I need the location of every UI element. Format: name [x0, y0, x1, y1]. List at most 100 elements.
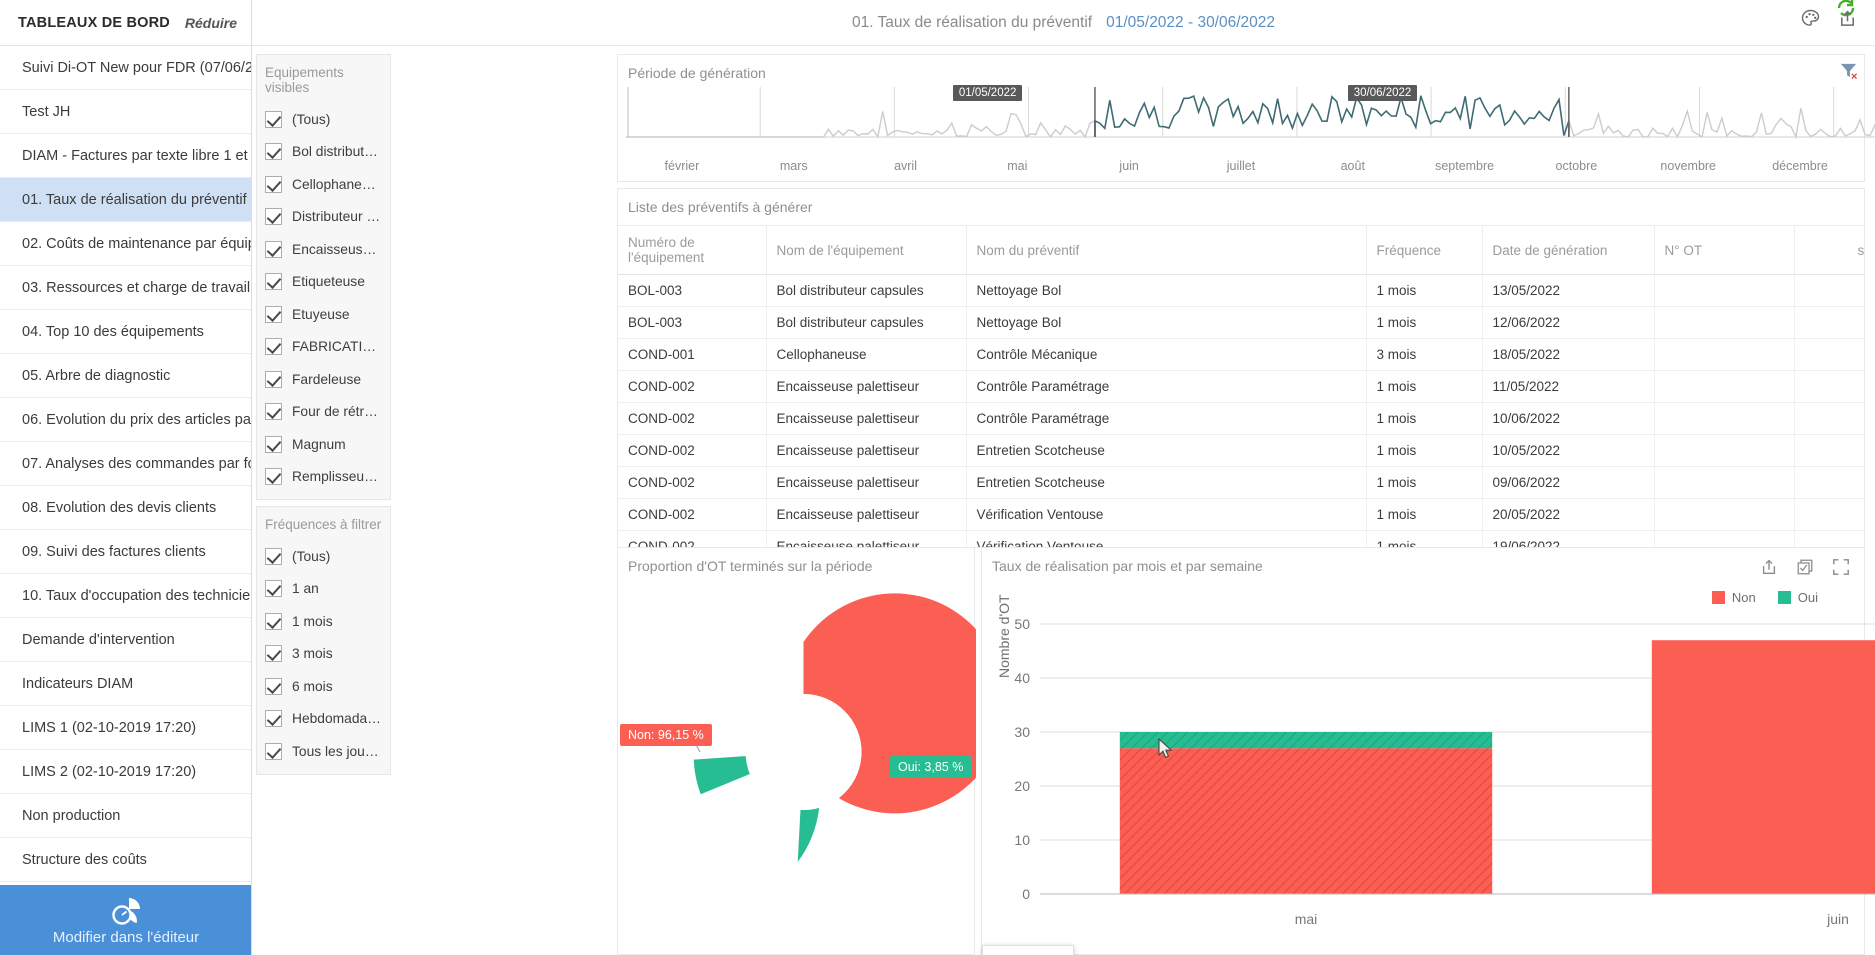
- checkbox-checked-icon[interactable]: [265, 645, 282, 663]
- preventives-table: Numéro de l'équipement Nom de l'équipemen…: [618, 226, 1864, 547]
- sidebar-item[interactable]: DIAM - Factures par texte libre 1 et 2 d…: [0, 134, 251, 178]
- sidebar-item[interactable]: Test JH: [0, 90, 251, 134]
- share-icon[interactable]: [1760, 558, 1778, 581]
- frequency-filter-option[interactable]: 1 mois: [257, 605, 390, 638]
- sidebar-item[interactable]: 04. Top 10 des équipements: [0, 310, 251, 354]
- frequency-filter-option[interactable]: Hebdomadaire: [257, 703, 390, 736]
- equipment-filter-option[interactable]: Etuyeuse: [257, 298, 390, 331]
- table-row[interactable]: COND-002 Encaisseuse palettiseur Vérificat…: [618, 498, 1864, 531]
- checkbox-checked-icon[interactable]: [265, 547, 282, 565]
- equipment-filter-option[interactable]: Fardeleuse: [257, 363, 390, 396]
- equipment-filter-option[interactable]: (Tous): [257, 103, 390, 136]
- sidebar-item[interactable]: 07. Analyses des commandes par fournisse: [0, 442, 251, 486]
- sidebar-item[interactable]: 08. Evolution des devis clients: [0, 486, 251, 530]
- sidebar-reduce-button[interactable]: Réduire: [185, 15, 237, 31]
- sidebar-item[interactable]: LIMS 2 (02-10-2019 17:20): [0, 750, 251, 794]
- sidebar-item[interactable]: LIMS 1 (02-10-2019 17:20): [0, 706, 251, 750]
- equipment-filter-option-label: Etuyeuse: [292, 306, 350, 322]
- equipment-filter-option[interactable]: Bol distributeur...: [257, 136, 390, 169]
- sidebar-item-label: 05. Arbre de diagnostic: [22, 367, 171, 384]
- checkbox-checked-icon[interactable]: [265, 273, 282, 291]
- equipment-filter-option[interactable]: Four de rétracti...: [257, 396, 390, 429]
- checkbox-checked-icon[interactable]: [265, 110, 282, 128]
- sidebar-item[interactable]: Indicateurs DIAM: [0, 662, 251, 706]
- sidebar-item[interactable]: Non production: [0, 794, 251, 838]
- sidebar-item[interactable]: 10. Taux d'occupation des techniciens: [0, 574, 251, 618]
- equipment-filter-option[interactable]: Cellophaneuse: [257, 168, 390, 201]
- checkbox-checked-icon[interactable]: [265, 240, 282, 258]
- frequency-filter-option[interactable]: 3 mois: [257, 638, 390, 671]
- table-row[interactable]: BOL-003 Bol distributeur capsules Nettoyag…: [618, 306, 1864, 339]
- legend-item[interactable]: Non: [1711, 590, 1756, 605]
- table-column-header[interactable]: Fréquence: [1366, 226, 1483, 275]
- fullscreen-icon[interactable]: [1832, 558, 1850, 581]
- timeline-end-tag[interactable]: 30/06/2022: [1347, 85, 1418, 101]
- frequency-filter-option[interactable]: 1 an: [257, 573, 390, 606]
- checkbox-checked-icon[interactable]: [265, 580, 282, 598]
- checkbox-checked-icon[interactable]: [265, 612, 282, 630]
- checkbox-checked-icon[interactable]: [265, 338, 282, 356]
- equipment-filter-option[interactable]: Etiqueteuse: [257, 266, 390, 299]
- equipment-filter-option[interactable]: Encaisseuse pal...: [257, 233, 390, 266]
- table-row[interactable]: COND-002 Encaisseuse palettiseur Entretien…: [618, 434, 1864, 467]
- filter-clear-icon[interactable]: [1839, 61, 1858, 85]
- pie-chart-icon: [109, 895, 143, 925]
- checkbox-checked-icon[interactable]: [265, 710, 282, 728]
- equipment-filter-option[interactable]: Magnum: [257, 428, 390, 461]
- checkbox-checked-icon[interactable]: [265, 143, 282, 161]
- checkbox-checked-icon[interactable]: [265, 468, 282, 486]
- table-cell: [1794, 434, 1864, 467]
- table-row[interactable]: COND-002 Encaisseuse palettiseur Vérificat…: [618, 530, 1864, 547]
- donut-card: Proportion d'OT terminés sur la période: [617, 547, 1005, 955]
- svg-text:0: 0: [1022, 886, 1030, 902]
- table-column-header[interactable]: Numéro de l'équipement: [618, 226, 767, 275]
- sidebar-edit-in-editor-button[interactable]: Modifier dans l'éditeur: [0, 885, 251, 955]
- table-row[interactable]: BOL-003 Bol distributeur capsules Nettoyag…: [618, 274, 1864, 307]
- frequency-filter-option[interactable]: Tous les jours d...: [257, 735, 390, 768]
- checkbox-checked-icon[interactable]: [265, 370, 282, 388]
- frequency-filter-option[interactable]: (Tous): [257, 540, 390, 573]
- timeline-start-tag[interactable]: 01/05/2022: [952, 85, 1023, 101]
- table-column-header[interactable]: status: [1794, 226, 1864, 275]
- table-row[interactable]: COND-002 Encaisseuse palettiseur Contrôle …: [618, 402, 1864, 435]
- sidebar-item[interactable]: Demande d'intervention: [0, 618, 251, 662]
- checkbox-checked-icon[interactable]: [265, 208, 282, 226]
- checkbox-checked-icon[interactable]: [265, 175, 282, 193]
- timeline-month-label: novembre: [1660, 159, 1717, 173]
- sidebar-item[interactable]: Structure des coûts: [0, 838, 251, 882]
- legend-item[interactable]: Oui: [1777, 590, 1818, 605]
- sidebar-item[interactable]: 01. Taux de réalisation du préventif: [0, 178, 251, 222]
- table-column-header[interactable]: N° OT: [1654, 226, 1795, 275]
- select-icon[interactable]: [1796, 558, 1814, 581]
- share-icon[interactable]: [1838, 9, 1857, 33]
- checkbox-checked-icon[interactable]: [265, 742, 282, 760]
- sidebar-item[interactable]: 02. Coûts de maintenance par équipement: [0, 222, 251, 266]
- checkbox-checked-icon[interactable]: [265, 677, 282, 695]
- table-column-header[interactable]: Nom du préventif: [966, 226, 1367, 275]
- table-scroll[interactable]: Numéro de l'équipement Nom de l'équipemen…: [618, 225, 1864, 547]
- page-title: 01. Taux de réalisation du préventif: [851, 13, 1093, 31]
- sidebar-item[interactable]: 03. Ressources et charge de travail par …: [0, 266, 251, 310]
- bars-plot[interactable]: 0 10 20 30 40 50 mai juin mai Non: 27 Oui: 3: [982, 610, 1875, 955]
- equipment-filter-option[interactable]: Distributeur de...: [257, 201, 390, 234]
- checkbox-checked-icon[interactable]: [265, 435, 282, 453]
- table-column-header[interactable]: Date de génération: [1482, 226, 1655, 275]
- table-column-header[interactable]: Nom de l'équipement: [766, 226, 967, 275]
- table-row[interactable]: COND-001 Cellophaneuse Contrôle Mécanique 3…: [618, 338, 1864, 371]
- palette-icon[interactable]: [1801, 9, 1820, 33]
- table-cell: 1 mois: [1366, 466, 1483, 499]
- table-row[interactable]: COND-002 Encaisseuse palettiseur Entretien…: [618, 466, 1864, 499]
- sidebar-item[interactable]: 05. Arbre de diagnostic: [0, 354, 251, 398]
- sidebar-item[interactable]: 09. Suivi des factures clients: [0, 530, 251, 574]
- sidebar-item[interactable]: Suivi Di-OT New pour FDR (07/06/2022 09:: [0, 46, 251, 90]
- date-range[interactable]: 01/05/2022 - 30/06/2022: [1106, 14, 1275, 32]
- sidebar-item[interactable]: 06. Evolution du prix des articles par f…: [0, 398, 251, 442]
- frequency-filter-option[interactable]: 6 mois: [257, 670, 390, 703]
- donut-plot[interactable]: Non: 96,15 % Oui: 3,85 %: [618, 574, 1005, 934]
- table-row[interactable]: COND-002 Encaisseuse palettiseur Contrôle …: [618, 370, 1864, 403]
- timeline-plot[interactable]: 01/05/2022 30/06/2022 février mars avril ma…: [626, 83, 1875, 175]
- checkbox-checked-icon[interactable]: [265, 403, 282, 421]
- equipment-filter-option[interactable]: Remplisseuse fl...: [257, 461, 390, 494]
- equipment-filter-option[interactable]: FABRICATION: [257, 331, 390, 364]
- checkbox-checked-icon[interactable]: [265, 305, 282, 323]
